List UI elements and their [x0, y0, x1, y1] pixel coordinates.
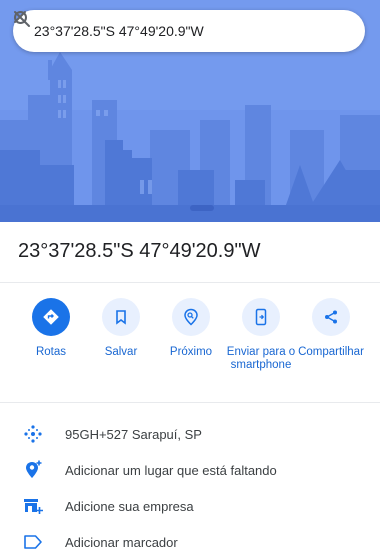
- directions-label: Rotas: [35, 346, 67, 358]
- add-missing-place-row[interactable]: Adicionar um lugar que está faltando: [0, 452, 380, 488]
- add-missing-place-text: Adicionar um lugar que está faltando: [65, 462, 277, 478]
- bookmark-icon[interactable]: [102, 298, 140, 336]
- directions-icon[interactable]: [32, 298, 70, 336]
- directions-button[interactable]: Rotas: [13, 298, 89, 359]
- send-to-phone-label: Enviar para o smartphone: [226, 346, 296, 371]
- add-place-icon: [20, 457, 46, 483]
- share-label: Compartilhar: [298, 346, 364, 358]
- nearby-label: Próximo: [169, 346, 213, 358]
- plus-code-row[interactable]: 95GH+527 Sarapuí, SP: [0, 416, 380, 452]
- plus-code-text: 95GH+527 Sarapuí, SP: [65, 426, 202, 442]
- label-icon: [20, 529, 46, 555]
- add-label-row[interactable]: Adicionar marcador: [0, 524, 380, 560]
- nearby-icon[interactable]: [172, 298, 210, 336]
- search-input[interactable]: 23°37'28.5"S 47°49'20.9"W: [34, 23, 289, 39]
- close-icon[interactable]: [14, 11, 357, 48]
- place-title: 23°37'28.5"S 47°49'20.9"W: [18, 240, 261, 262]
- plus-code-icon: [20, 421, 46, 447]
- search-icon[interactable]: [14, 11, 323, 48]
- save-button[interactable]: Salvar: [83, 298, 159, 359]
- add-business-row[interactable]: Adicione sua empresa: [0, 488, 380, 524]
- send-to-phone-icon[interactable]: [242, 298, 280, 336]
- send-to-phone-button[interactable]: Enviar para o smartphone: [223, 298, 299, 372]
- search-bar[interactable]: 23°37'28.5"S 47°49'20.9"W: [13, 10, 365, 52]
- divider: [0, 282, 380, 283]
- divider: [0, 402, 380, 403]
- share-icon[interactable]: [312, 298, 350, 336]
- hero-image: 23°37'28.5"S 47°49'20.9"W: [0, 0, 380, 222]
- add-business-text: Adicione sua empresa: [65, 498, 194, 514]
- save-label: Salvar: [104, 346, 138, 358]
- store-icon: [20, 493, 46, 519]
- nearby-button[interactable]: Próximo: [153, 298, 229, 359]
- share-button[interactable]: Compartilhar: [293, 298, 369, 359]
- action-buttons: Rotas Salvar Próximo Enviar para o smart…: [0, 298, 380, 394]
- add-label-text: Adicionar marcador: [65, 534, 178, 550]
